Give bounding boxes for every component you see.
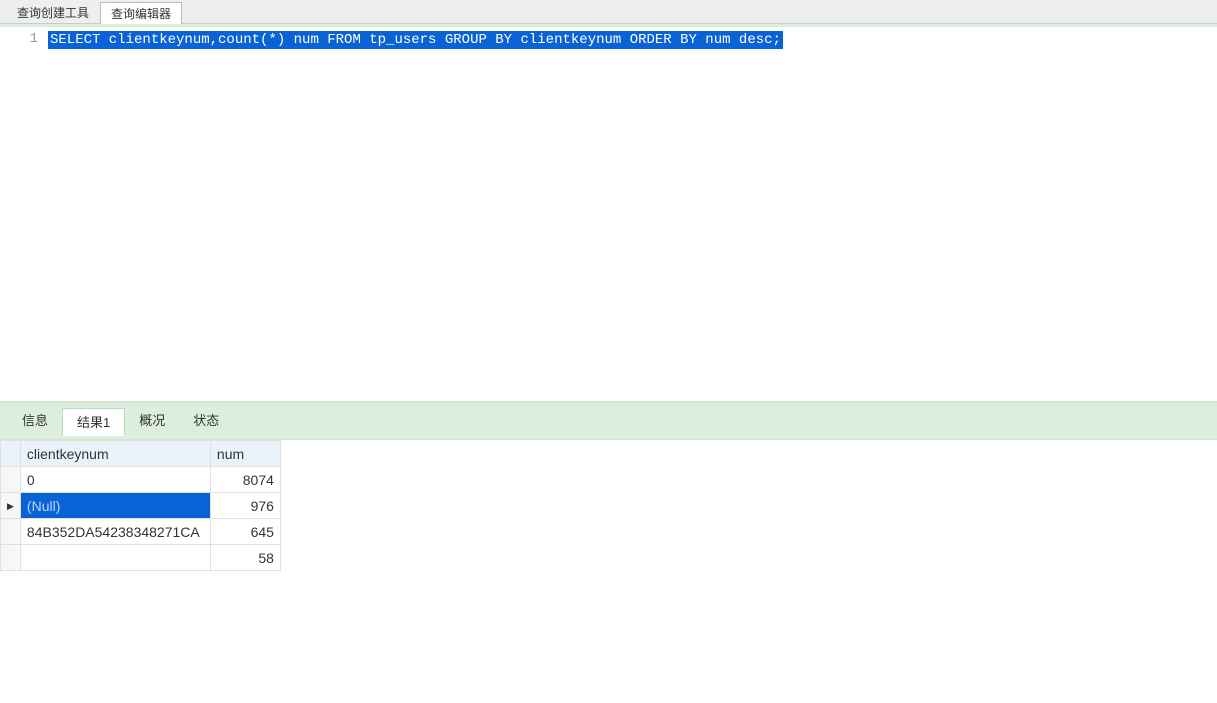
- cell-clientkeynum[interactable]: 0: [20, 467, 210, 493]
- tab-query-editor[interactable]: 查询编辑器: [100, 2, 182, 24]
- column-header-num[interactable]: num: [210, 441, 280, 467]
- sql-client-app: 查询创建工具 查询编辑器 1 SELECT clientkeynum,count…: [0, 0, 1217, 703]
- row-handle[interactable]: [1, 467, 21, 493]
- editor-tabs: 查询创建工具 查询编辑器: [0, 0, 1217, 24]
- cell-clientkeynum[interactable]: [20, 545, 210, 571]
- row-handle[interactable]: [1, 519, 21, 545]
- tab-query-builder[interactable]: 查询创建工具: [6, 1, 100, 23]
- tab-profile[interactable]: 概况: [125, 407, 179, 435]
- cell-num[interactable]: 976: [210, 493, 280, 519]
- table-row[interactable]: 0 8074: [1, 467, 281, 493]
- editor-code-area[interactable]: SELECT clientkeynum,count(*) num FROM tp…: [44, 27, 1217, 401]
- column-header-clientkeynum[interactable]: clientkeynum: [20, 441, 210, 467]
- cell-num[interactable]: 8074: [210, 467, 280, 493]
- sql-editor[interactable]: 1 SELECT clientkeynum,count(*) num FROM …: [0, 24, 1217, 402]
- table-header-row: clientkeynum num: [1, 441, 281, 467]
- tab-status[interactable]: 状态: [179, 407, 233, 435]
- row-handle[interactable]: [1, 545, 21, 571]
- table-row[interactable]: (Null) 976: [1, 493, 281, 519]
- result-tabs: 信息 结果1 概况 状态: [0, 402, 1217, 440]
- row-handle[interactable]: [1, 493, 21, 519]
- table-row[interactable]: 58: [1, 545, 281, 571]
- tab-info[interactable]: 信息: [8, 407, 62, 435]
- results-table[interactable]: clientkeynum num 0 8074 (Null) 976 84B3: [0, 440, 281, 571]
- editor-gutter: 1: [0, 27, 44, 401]
- results-panel: clientkeynum num 0 8074 (Null) 976 84B3: [0, 440, 1217, 703]
- cell-clientkeynum[interactable]: 84B352DA54238348271CA: [20, 519, 210, 545]
- sql-text-selected[interactable]: SELECT clientkeynum,count(*) num FROM tp…: [48, 31, 783, 49]
- row-handle-header: [1, 441, 21, 467]
- cell-num[interactable]: 58: [210, 545, 280, 571]
- tab-result1[interactable]: 结果1: [62, 408, 125, 436]
- table-row[interactable]: 84B352DA54238348271CA 645: [1, 519, 281, 545]
- cell-num[interactable]: 645: [210, 519, 280, 545]
- line-number: 1: [0, 31, 38, 47]
- cell-clientkeynum[interactable]: (Null): [20, 493, 210, 519]
